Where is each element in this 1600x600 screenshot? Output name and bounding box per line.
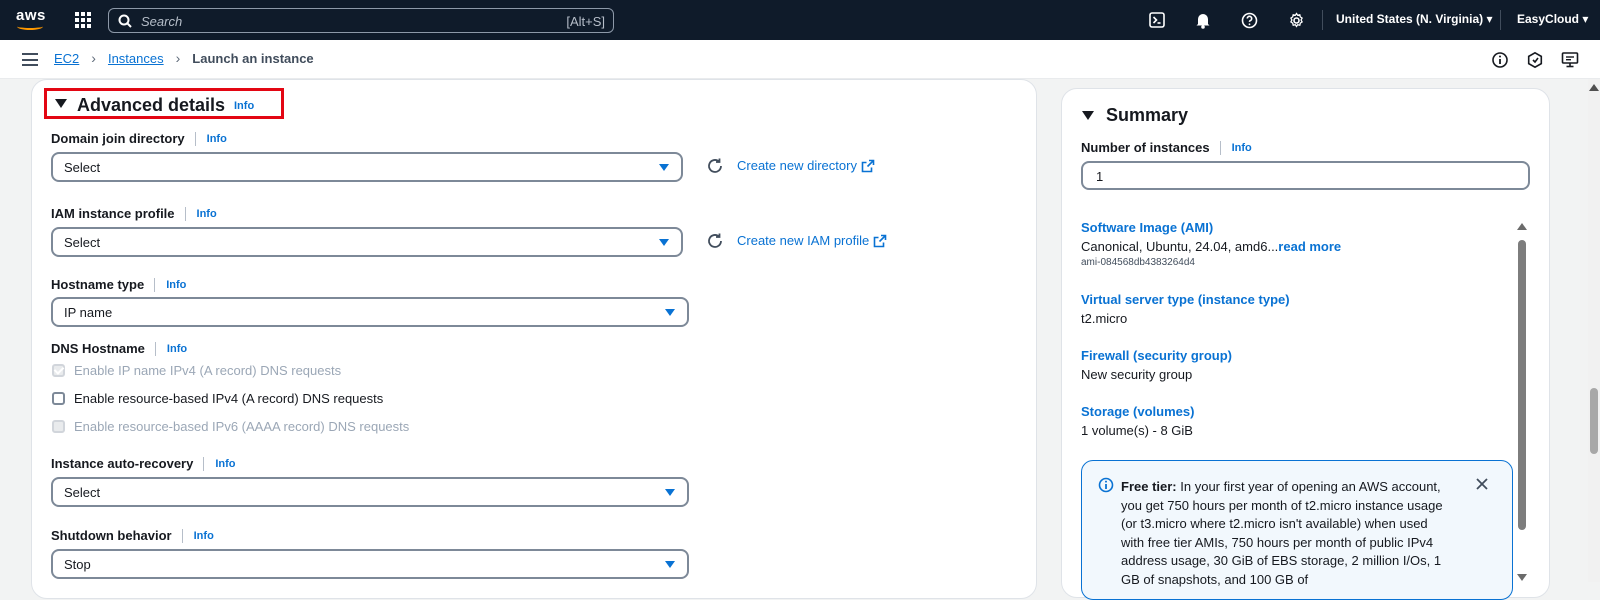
breadcrumb-current: Launch an instance [192,50,314,66]
external-link-icon [861,159,875,172]
external-link-icon [873,234,887,247]
number-of-instances-label: Number of instances Info [1081,140,1252,155]
refresh-icon[interactable] [706,157,724,175]
shutdown-behavior-select[interactable]: Stop [51,549,689,579]
create-new-directory-link[interactable]: Create new directory [737,158,875,173]
storage-value: 1 volume(s) - 8 GiB [1081,423,1193,438]
chevron-right-icon: › [91,50,96,66]
caret-down-icon [665,561,675,568]
search-input[interactable]: Search [Alt+S] [108,8,614,33]
chevron-down-icon: ▾ [1582,12,1589,26]
info-link[interactable]: Info [197,208,217,220]
dns-ipv6-resource-checkbox[interactable]: Enable resource-based IPv6 (AAAA record)… [52,419,409,434]
hostname-type-label: Hostname type Info [51,277,187,292]
dns-ipv4-resource-checkbox[interactable]: Enable resource-based IPv4 (A record) DN… [52,391,383,406]
domain-join-label: Domain join directory Info [51,131,227,146]
summary-scrollbar[interactable] [1516,222,1528,582]
scroll-down-arrow-icon[interactable] [1516,572,1528,582]
instance-type-value: t2.micro [1081,311,1128,326]
domain-join-select[interactable]: Select [51,152,683,182]
breadcrumb-bar: EC2 › Instances › Launch an instance [0,40,1600,79]
iam-profile-label: IAM instance profile Info [51,206,217,221]
dns-ipv4-ip-name-checkbox[interactable]: Enable IP name IPv4 (A record) DNS reque… [52,363,341,378]
firewall-link[interactable]: Firewall (security group) [1081,348,1232,363]
ami-value: Canonical, Ubuntu, 24.04, amd6...read mo… [1081,239,1342,254]
chevron-down-icon: ▾ [1486,12,1493,26]
info-link[interactable]: Info [1232,142,1252,154]
cloudshell-icon[interactable] [1147,10,1167,30]
account-menu[interactable]: EasyCloud ▾ [1517,12,1588,26]
info-link[interactable]: Info [207,133,227,145]
scroll-up-arrow-icon[interactable] [1516,222,1528,232]
shutdown-behavior-label: Shutdown behavior Info [51,528,214,543]
info-link[interactable]: Info [234,100,254,112]
aws-logo[interactable]: aws [16,8,46,31]
free-tier-alert: Free tier: In your first year of opening… [1081,460,1513,600]
firewall-value: New security group [1081,367,1193,382]
page-scrollbar[interactable] [1588,79,1600,582]
scroll-up-arrow-icon[interactable] [1588,83,1600,93]
refresh-icon[interactable] [706,232,724,250]
hostname-type-select[interactable]: IP name [51,297,689,327]
number-of-instances-input[interactable]: 1 [1081,161,1530,190]
menu-hamburger-icon[interactable] [22,53,38,66]
caret-down-icon [659,164,669,171]
checkbox-icon [52,364,65,377]
dns-hostname-label: DNS Hostname Info [51,341,188,356]
breadcrumb-ec2[interactable]: EC2 [54,51,79,66]
settings-gear-icon[interactable] [1286,10,1306,30]
advanced-details-header[interactable]: Advanced details Info [44,88,284,119]
instance-type-link[interactable]: Virtual server type (instance type) [1081,292,1290,307]
search-icon [118,14,132,28]
section-title: Advanced details [77,95,226,115]
feedback-monitor-icon[interactable] [1561,51,1579,69]
create-new-iam-profile-link[interactable]: Create new IAM profile [737,233,887,248]
region-selector[interactable]: United States (N. Virginia) ▾ [1336,12,1493,26]
caret-down-icon [55,99,67,108]
read-more-link[interactable]: read more [1278,239,1341,254]
checkbox-icon [52,392,65,405]
close-icon[interactable] [1475,477,1489,491]
info-link[interactable]: Info [167,343,187,355]
summary-header[interactable]: Summary [1082,105,1188,126]
checkbox-icon [52,420,65,433]
storage-link[interactable]: Storage (volumes) [1081,404,1194,419]
breadcrumb: EC2 › Instances › Launch an instance [54,50,314,66]
info-circle-icon [1098,477,1114,493]
search-placeholder: Search [141,14,183,29]
ami-link[interactable]: Software Image (AMI) [1081,220,1213,235]
help-icon[interactable] [1239,10,1259,30]
caret-down-icon [659,239,669,246]
free-tier-text: Free tier: In your first year of opening… [1121,479,1443,587]
auto-recovery-select[interactable]: Select [51,477,689,507]
info-circle-icon[interactable] [1491,51,1509,69]
search-shortcut: [Alt+S] [566,14,605,29]
caret-down-icon [665,309,675,316]
iam-profile-select[interactable]: Select [51,227,683,257]
caret-down-icon [1082,111,1094,120]
ami-id: ami-084568db4383264d4 [1081,257,1195,268]
top-navigation-bar: aws Search [Alt+S] United States (N. Vir… [0,0,1600,40]
info-link[interactable]: Info [166,279,186,291]
auto-recovery-label: Instance auto-recovery Info [51,456,236,471]
info-link[interactable]: Info [215,458,235,470]
hexagon-status-icon[interactable] [1526,51,1544,69]
notifications-bell-icon[interactable] [1193,10,1213,30]
breadcrumb-instances[interactable]: Instances [108,51,164,66]
services-grid-icon[interactable] [75,12,91,28]
info-link[interactable]: Info [194,530,214,542]
chevron-right-icon: › [175,50,181,66]
caret-down-icon [665,489,675,496]
